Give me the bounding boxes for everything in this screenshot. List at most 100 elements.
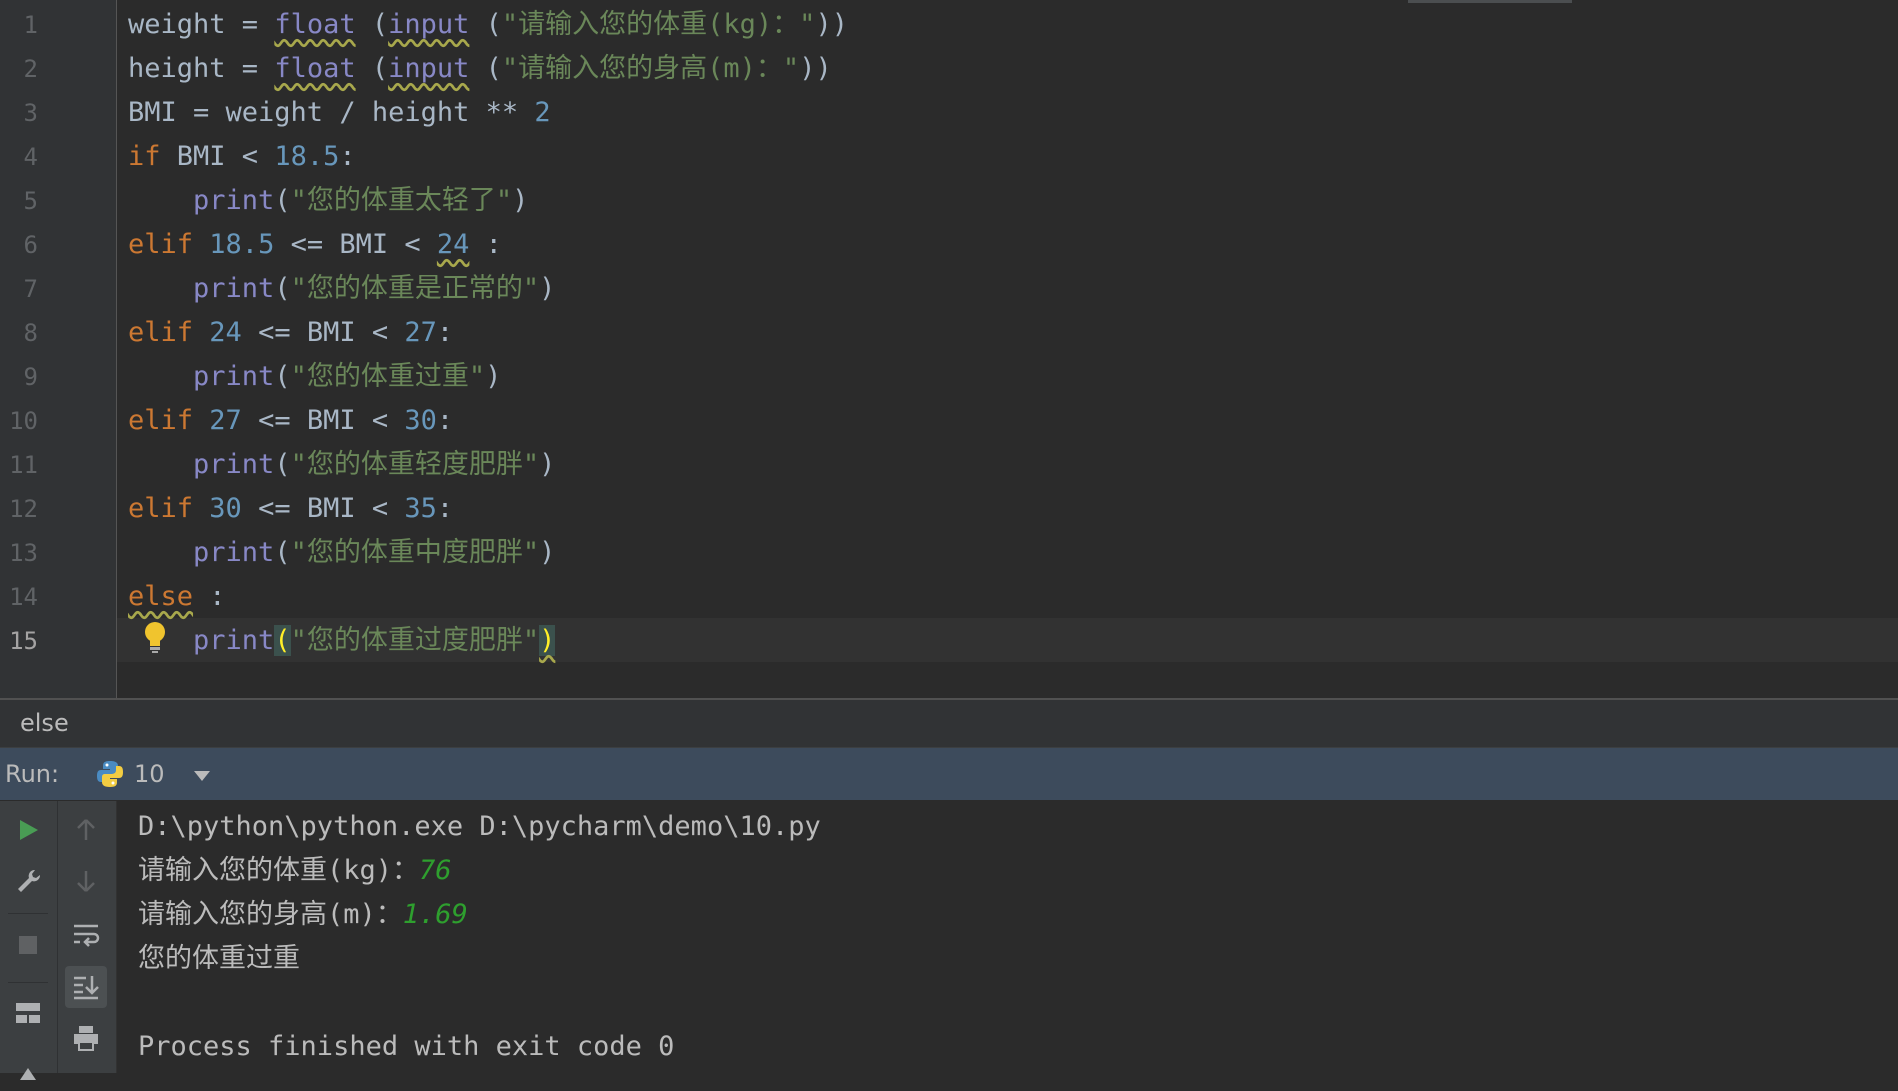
code-line-8[interactable]: elif 24 <= BMI < 27:: [128, 311, 453, 355]
code-line-14[interactable]: else :: [128, 575, 226, 619]
keyword-token: else: [128, 581, 194, 612]
code-token: ): [539, 537, 556, 568]
line-number: 13: [9, 539, 38, 567]
run-toolbar: [0, 801, 117, 1080]
line-number: 10: [9, 407, 38, 435]
number-token: 18.5: [274, 141, 340, 172]
code-line-9[interactable]: print("您的体重过重"): [128, 355, 501, 399]
horizontal-scrollbar-thumb[interactable]: [1408, 0, 1572, 3]
scroll-to-end-icon[interactable]: [65, 966, 107, 1008]
run-tool-window-header: Run: 10: [0, 748, 1898, 800]
keyword-token: if: [128, 141, 161, 172]
layout-icon[interactable]: [7, 992, 49, 1034]
builtin-token: print: [193, 537, 275, 568]
code-token: BMI = weight / height **: [128, 97, 535, 128]
python-icon: [96, 760, 124, 788]
code-token: ): [539, 449, 556, 480]
string-token: "您的体重太轻了": [290, 185, 513, 216]
run-console[interactable]: D:\python\python.exe D:\pycharm\demo\10.…: [117, 801, 1898, 1073]
code-line-3[interactable]: BMI = weight / height ** 2: [128, 91, 551, 135]
keyword-token: elif: [128, 493, 194, 524]
soft-wrap-icon[interactable]: [65, 914, 107, 956]
code-token: (: [469, 53, 502, 84]
breadcrumb-item[interactable]: else: [20, 700, 69, 747]
code-token: BMI <: [160, 141, 275, 172]
builtin-token: input: [388, 9, 470, 40]
code-token: <= BMI <: [241, 405, 405, 436]
code-line-13[interactable]: print("您的体重中度肥胖"): [128, 531, 555, 575]
console-user-input: 76: [419, 855, 452, 886]
code-line-6[interactable]: elif 18.5 <= BMI < 24 :: [128, 223, 502, 267]
code-editor[interactable]: 1 2 3 4 5 6 7 8 9 10 11 12 13 14 15 weig…: [0, 0, 1898, 700]
code-line-11[interactable]: print("您的体重轻度肥胖"): [128, 443, 555, 487]
line-number: 12: [9, 495, 38, 523]
run-config-tab[interactable]: 10: [134, 748, 165, 800]
code-token: <= BMI <: [241, 493, 405, 524]
builtin-token: float: [274, 53, 356, 84]
code-line-12[interactable]: elif 30 <= BMI < 35:: [128, 487, 453, 531]
up-arrow-icon[interactable]: [65, 809, 107, 851]
keyword-token: elif: [128, 229, 194, 260]
print-icon[interactable]: [65, 1017, 107, 1059]
number-token: 30: [404, 405, 437, 436]
wrench-icon[interactable]: [7, 860, 49, 902]
code-token: (: [274, 361, 291, 392]
code-line-15[interactable]: print("您的体重过度肥胖"): [128, 619, 556, 663]
number-token: 27: [404, 317, 437, 348]
lightbulb-icon[interactable]: [142, 620, 168, 654]
keyword-token: elif: [128, 405, 194, 436]
number-token: 24: [209, 317, 242, 348]
code-token: )): [799, 53, 832, 84]
matched-brace: ): [539, 625, 556, 656]
console-prompt: 请输入您的体重(kg)：: [138, 855, 420, 886]
line-number: 1: [23, 11, 38, 39]
code-line-2[interactable]: height = float (input ("请输入您的身高(m)：")): [128, 47, 832, 91]
run-label: Run:: [5, 760, 60, 788]
code-line-10[interactable]: elif 27 <= BMI < 30:: [128, 399, 453, 443]
code-token: :: [469, 229, 502, 260]
code-line-1[interactable]: weight = float (input ("请输入您的体重(kg)：")): [128, 3, 848, 47]
line-number: 9: [23, 363, 38, 391]
toolbar-separator: [8, 913, 48, 914]
line-number: 7: [23, 275, 38, 303]
breadcrumb: else: [0, 700, 1898, 748]
line-number: 3: [23, 99, 38, 127]
line-number-gutter: 1 2 3 4 5 6 7 8 9 10 11 12 13 14 15: [0, 0, 117, 699]
code-line-5[interactable]: print("您的体重太轻了"): [128, 179, 528, 223]
code-line-4[interactable]: if BMI < 18.5:: [128, 135, 356, 179]
number-token: 2: [534, 97, 551, 128]
down-arrow-icon[interactable]: [65, 860, 107, 902]
toolbar-separator: [8, 982, 48, 983]
line-number: 4: [23, 143, 38, 171]
builtin-token: print: [193, 625, 275, 656]
console-user-input: 1.69: [402, 899, 468, 930]
toolbar-divider: [57, 801, 58, 1073]
line-number: 2: [23, 55, 38, 83]
line-number: 6: [23, 231, 38, 259]
string-token: "请输入您的身高(m)：": [501, 53, 800, 84]
stop-icon[interactable]: [7, 924, 49, 966]
run-icon[interactable]: [7, 809, 49, 851]
number-token: 24: [436, 229, 470, 260]
scroll-up-icon[interactable]: [7, 1049, 49, 1091]
chevron-down-icon[interactable]: [192, 768, 212, 782]
builtin-token: print: [193, 361, 275, 392]
code-token: (: [274, 273, 291, 304]
keyword-token: elif: [128, 317, 194, 348]
code-token: (: [274, 537, 291, 568]
builtin-token: float: [274, 9, 356, 40]
code-token: :: [436, 493, 454, 524]
code-token: <= BMI <: [274, 229, 437, 260]
code-token: :: [436, 405, 454, 436]
string-token: "您的体重过重": [290, 361, 486, 392]
console-line: 请输入您的体重(kg)：76: [138, 849, 452, 893]
line-number-current: 15: [9, 627, 38, 655]
string-token: "请输入您的体重(kg)：": [501, 9, 816, 40]
code-line-7[interactable]: print("您的体重是正常的"): [128, 267, 555, 311]
code-token: :: [436, 317, 454, 348]
code-token: <= BMI <: [241, 317, 405, 348]
